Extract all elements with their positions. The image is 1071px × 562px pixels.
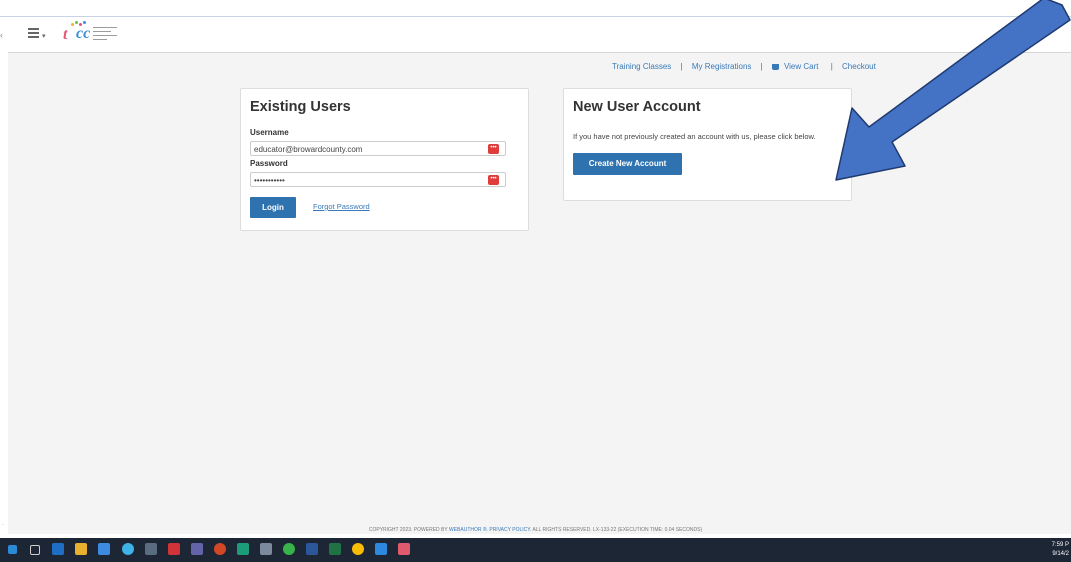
footer-webauthor-link[interactable]: WEBAUTHOR ® xyxy=(449,527,487,533)
existing-users-title: Existing Users xyxy=(250,99,351,115)
teams-icon[interactable] xyxy=(191,543,203,555)
file-explorer-icon[interactable] xyxy=(75,543,87,555)
windows-taskbar: 7:59 P 9/14/2 xyxy=(0,538,1071,562)
new-user-title: New User Account xyxy=(573,99,701,115)
tcc-logo[interactable]: t cc xyxy=(63,21,121,49)
username-label: Username xyxy=(250,128,289,137)
username-value: educator@browardcounty.com xyxy=(254,145,363,154)
chrome-icon[interactable] xyxy=(352,543,364,555)
forgot-password-link[interactable]: Forgot Password xyxy=(313,202,370,211)
nav-training-classes[interactable]: Training Classes xyxy=(612,62,671,71)
photos-icon[interactable] xyxy=(375,543,387,555)
taskbar-clock[interactable]: 7:59 P 9/14/2 xyxy=(1052,541,1069,559)
task-view-icon[interactable] xyxy=(30,545,40,555)
create-new-account-button[interactable]: Create New Account xyxy=(573,153,682,175)
word-icon[interactable] xyxy=(306,543,318,555)
footer-copyright: COPYRIGHT 2023. POWERED BY xyxy=(368,527,449,533)
start-windows-icon[interactable] xyxy=(8,545,17,554)
edge-browser-icon[interactable] xyxy=(122,543,134,555)
login-button[interactable]: Login xyxy=(250,197,296,218)
nav-separator: | xyxy=(680,62,683,71)
hamburger-menu-icon[interactable]: ▾ xyxy=(28,26,48,42)
app-icon[interactable] xyxy=(398,543,410,555)
sway-icon[interactable] xyxy=(237,543,249,555)
nav-view-cart-label: View Cart xyxy=(783,62,819,71)
left-edge-dot: · xyxy=(2,522,4,528)
footer-privacy-link[interactable]: PRIVACY POLICY xyxy=(489,527,530,533)
camera-icon[interactable] xyxy=(145,543,157,555)
calendar-icon[interactable] xyxy=(98,543,110,555)
password-manager-icon[interactable]: ••• xyxy=(488,175,499,185)
taskbar-time: 7:59 P xyxy=(1051,542,1069,548)
password-input[interactable]: ••••••••••• ••• xyxy=(250,172,506,187)
cart-icon xyxy=(771,64,779,70)
adobe-acrobat-icon[interactable] xyxy=(168,543,180,555)
browser-icon[interactable] xyxy=(283,543,295,555)
excel-icon[interactable] xyxy=(329,543,341,555)
left-edge-mark: ‹ xyxy=(0,30,3,40)
settings-icon[interactable] xyxy=(260,543,272,555)
page-footer: COPYRIGHT 2023. POWERED BY WEBAUTHOR ® . … xyxy=(0,527,1071,533)
footer-rights: . ALL RIGHTS RESERVED. LX-133-22 (EXECUT… xyxy=(529,527,703,533)
new-user-card: New User Account If you have not previou… xyxy=(563,88,852,201)
password-manager-icon[interactable]: ••• xyxy=(488,144,499,154)
username-input[interactable]: educator@browardcounty.com ••• xyxy=(250,141,506,156)
nav-view-cart[interactable]: View Cart xyxy=(771,62,822,71)
logo-tagline-lines xyxy=(93,27,117,43)
outlook-icon[interactable] xyxy=(52,543,64,555)
annotation-arrow-icon xyxy=(835,0,1071,181)
taskbar-date: 9/14/2 xyxy=(1052,551,1069,557)
new-user-instructions: If you have not previously created an ac… xyxy=(573,132,816,141)
nav-my-registrations[interactable]: My Registrations xyxy=(692,62,752,71)
powerpoint-icon[interactable] xyxy=(214,543,226,555)
password-label: Password xyxy=(250,159,288,168)
existing-users-card: Existing Users Username educator@broward… xyxy=(240,88,529,231)
nav-separator: | xyxy=(760,62,763,71)
password-value: ••••••••••• xyxy=(254,176,285,185)
